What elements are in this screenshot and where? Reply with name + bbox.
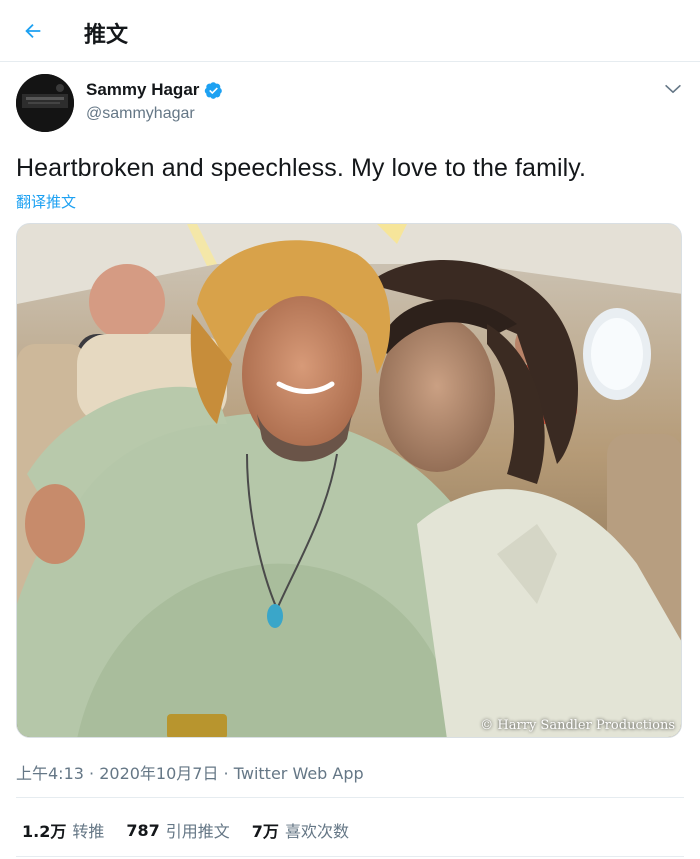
verified-badge-icon — [205, 81, 223, 99]
tweet-stats: 1.2万 转推 787 引用推文 7万 喜欢次数 — [22, 818, 371, 842]
likes-stat[interactable]: 7万 喜欢次数 — [252, 818, 349, 842]
avatar[interactable] — [16, 74, 74, 132]
chevron-down-icon[interactable] — [662, 78, 684, 100]
divider — [16, 797, 684, 798]
like-label: 喜欢次数 — [284, 822, 349, 841]
quote-count: 787 — [126, 820, 160, 840]
photo-watermark: © Harry Sandler Productions — [480, 718, 675, 733]
tweet-text: Heartbroken and speechless. My love to t… — [16, 154, 587, 182]
arrow-left-icon — [25, 23, 41, 39]
author-name-row: Sammy Hagar — [86, 80, 223, 100]
tweet-source[interactable]: Twitter Web App — [234, 764, 364, 783]
quote-label: 引用推文 — [165, 822, 230, 841]
meta-separator: · — [83, 764, 100, 783]
author-handle[interactable]: @sammyhagar — [86, 105, 195, 123]
tweet-date[interactable]: 2020年10月7日 — [99, 764, 218, 783]
retweet-label: 转推 — [72, 822, 105, 841]
divider-bottom — [16, 856, 684, 857]
quote-tweets-stat[interactable]: 787 引用推文 — [126, 818, 229, 842]
meta-separator-2: · — [218, 764, 234, 783]
translate-tweet-link[interactable]: 翻译推文 — [16, 191, 76, 212]
tweet-time[interactable]: 上午4:13 — [16, 764, 84, 783]
author-display-name[interactable]: Sammy Hagar — [86, 80, 199, 100]
page-header: 推文 — [0, 0, 700, 62]
tweet-meta: 上午4:13 · 2020年10月7日 · Twitter Web App — [16, 760, 364, 784]
retweet-count: 1.2万 — [22, 822, 67, 841]
back-button[interactable] — [14, 13, 52, 49]
like-count: 7万 — [251, 822, 279, 841]
page-title: 推文 — [84, 23, 129, 48]
tweet-photo[interactable]: © Harry Sandler Productions — [16, 223, 682, 738]
retweets-stat[interactable]: 1.2万 转推 — [22, 818, 104, 842]
